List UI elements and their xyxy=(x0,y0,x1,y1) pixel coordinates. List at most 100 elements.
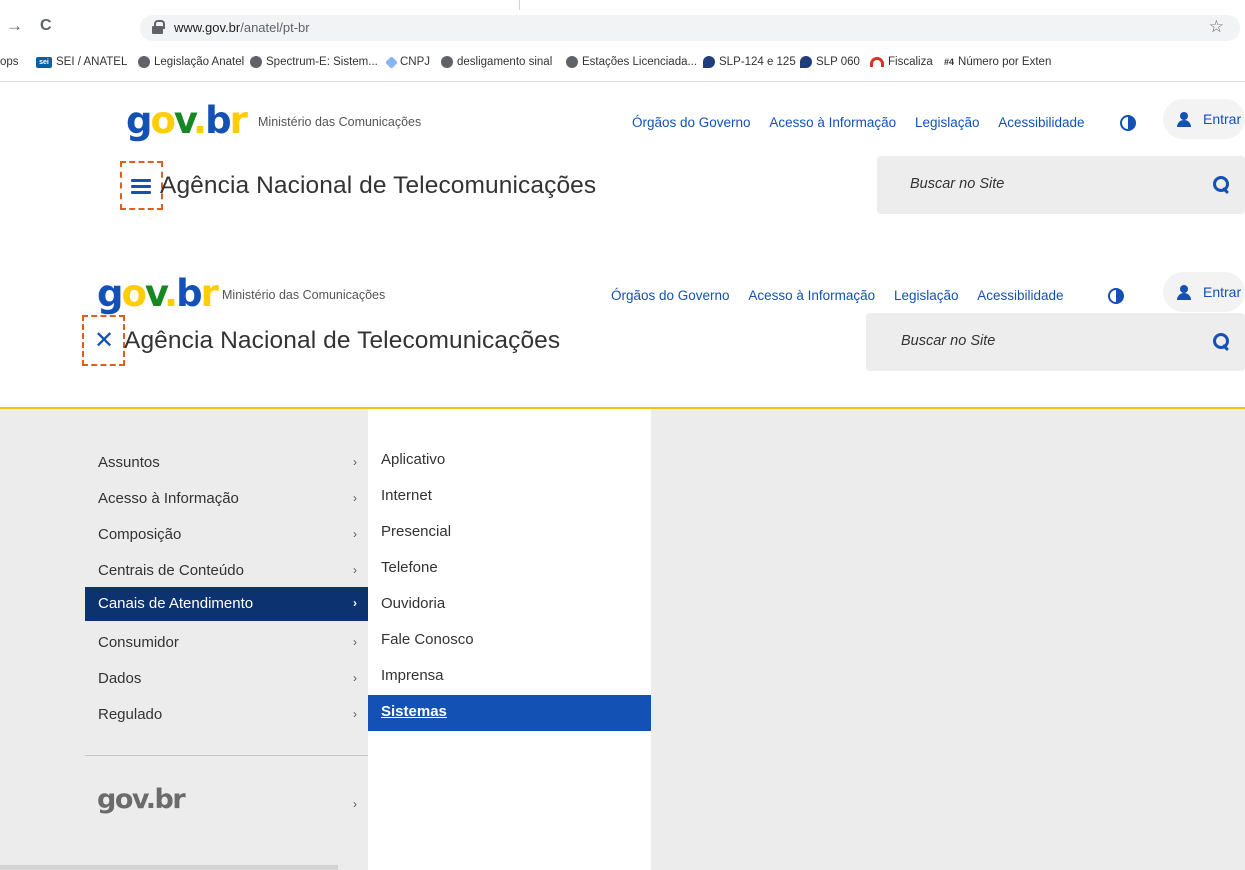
submenu-item-internet[interactable]: Internet xyxy=(368,479,651,515)
bookmark-cnpj[interactable]: CNPJ xyxy=(385,55,431,69)
menu-item-dados[interactable]: Dados › xyxy=(85,663,368,695)
menu-item-regulado[interactable]: Regulado › xyxy=(85,699,368,731)
link-acessibilidade[interactable]: Acessibilidade xyxy=(998,115,1084,130)
chevron-right-icon: › xyxy=(353,491,357,505)
govbr-logo[interactable]: gov.br xyxy=(97,275,219,312)
contrast-icon[interactable] xyxy=(1120,115,1136,131)
bookmark-estacoes-licenciadas[interactable]: Estações Licenciada... xyxy=(566,56,697,68)
menu-item-assuntos[interactable]: Assuntos › xyxy=(85,447,368,479)
contrast-icon[interactable] xyxy=(1108,288,1124,304)
site-title[interactable]: Agência Nacional de Telecomunicações xyxy=(124,327,560,355)
chevron-right-icon: › xyxy=(353,707,357,721)
submenu-item-label: Internet xyxy=(381,487,432,504)
user-icon xyxy=(1177,112,1191,127)
search-icon[interactable] xyxy=(1213,176,1229,192)
bookmark-desligamento-sinal[interactable]: desligamento sinal xyxy=(441,56,552,68)
submenu-item-ouvidoria[interactable]: Ouvidoria xyxy=(368,587,651,623)
menu-item-acesso-a-informacao[interactable]: Acesso à Informação › xyxy=(85,483,368,515)
globe-icon xyxy=(250,56,262,68)
menu-item-label: Assuntos xyxy=(98,454,160,471)
submenu-item-label: Fale Conosco xyxy=(381,631,474,648)
menu-item-label: Centrais de Conteúdo xyxy=(98,562,244,579)
submenu-item-label: Presencial xyxy=(381,523,452,540)
menu-item-consumidor[interactable]: Consumidor › xyxy=(85,627,368,659)
chevron-right-icon: › xyxy=(353,635,357,649)
search-icon[interactable] xyxy=(1213,333,1229,349)
submenu-item-imprensa[interactable]: Imprensa xyxy=(368,659,651,695)
search-placeholder: Buscar no Site xyxy=(901,333,996,349)
submenu-item-presencial[interactable]: Presencial xyxy=(368,515,651,551)
numero-icon: #4 xyxy=(944,57,955,67)
bookmark-label: SLP-124 e 125 xyxy=(719,56,796,68)
bookmark-label: Estações Licenciada... xyxy=(582,56,698,68)
menu-close-button[interactable]: ✕ xyxy=(82,315,125,366)
submenu-item-aplicativo[interactable]: Aplicativo xyxy=(368,443,651,479)
top-links: Órgãos do Governo Acesso à Informação Le… xyxy=(611,288,1064,303)
tab-strip xyxy=(270,0,520,10)
link-orgaos-do-governo[interactable]: Órgãos do Governo xyxy=(611,288,730,303)
bookmark-spectrum-e[interactable]: Spectrum-E: Sistem... xyxy=(250,56,378,68)
login-button[interactable]: Entrar xyxy=(1163,99,1245,139)
login-label: Entrar xyxy=(1203,111,1242,127)
menu-item-centrais-de-conteudo[interactable]: Centrais de Conteúdo › xyxy=(85,555,368,587)
url-path: /anatel/pt-br xyxy=(240,20,310,35)
bookmark-sei-anatel[interactable]: sei SEI / ANATEL xyxy=(36,56,127,68)
bookmark-label: desligamento sinal xyxy=(457,56,553,68)
chevron-right-icon: › xyxy=(353,527,357,541)
bookmark-label: ops xyxy=(0,56,19,68)
horizontal-scrollbar[interactable] xyxy=(0,865,338,870)
menu-toggle-button[interactable] xyxy=(120,161,163,210)
submenu-item-label: Aplicativo xyxy=(381,451,446,468)
globe-icon xyxy=(566,56,578,68)
login-button[interactable]: Entrar xyxy=(1163,272,1245,312)
globe-icon xyxy=(441,56,453,68)
fiscaliza-icon xyxy=(870,57,884,67)
menu-item-label: Canais de Atendimento xyxy=(98,595,254,612)
submenu-item-label: Sistemas xyxy=(381,703,447,720)
slp-icon xyxy=(800,56,812,68)
bookmark-numero-por-extenso[interactable]: #4 Número por Exten xyxy=(944,56,1051,68)
bookmarks-bar: ops sei SEI / ANATEL Legislação Anatel Sp… xyxy=(0,50,1245,76)
bookmark-apps[interactable]: ops xyxy=(0,56,19,68)
govbr-footer-logo[interactable]: gov.br xyxy=(97,784,186,815)
bookmark-label: SLP 060 xyxy=(816,56,860,68)
bookmark-star-icon[interactable]: ☆ xyxy=(1209,17,1224,37)
chevron-right-icon[interactable]: › xyxy=(353,797,357,811)
search-placeholder: Buscar no Site xyxy=(910,176,1005,192)
submenu-item-label: Telefone xyxy=(381,559,438,576)
menu-item-canais-de-atendimento[interactable]: Canais de Atendimento › xyxy=(85,587,368,621)
bookmark-fiscaliza[interactable]: Fiscaliza xyxy=(870,56,933,68)
cnpj-icon xyxy=(385,55,398,69)
globe-icon xyxy=(138,56,150,68)
submenu-item-label: Imprensa xyxy=(381,667,444,684)
submenu-item-telefone[interactable]: Telefone xyxy=(368,551,651,587)
forward-button[interactable]: → xyxy=(6,16,23,36)
address-bar[interactable]: www.gov.br/anatel/pt-br ☆ xyxy=(140,15,1240,41)
bookmark-label: CNPJ xyxy=(400,56,431,68)
close-icon: ✕ xyxy=(94,326,115,354)
top-links: Órgãos do Governo Acesso à Informação Le… xyxy=(632,115,1085,130)
submenu-item-sistemas[interactable]: Sistemas xyxy=(368,695,651,731)
bookmark-slp-060[interactable]: SLP 060 xyxy=(800,56,860,68)
submenu-item-fale-conosco[interactable]: Fale Conosco xyxy=(368,623,651,659)
menu-item-composicao[interactable]: Composição › xyxy=(85,519,368,551)
site-header-open: gov.br Ministério das Comunicações Órgão… xyxy=(0,255,1245,405)
bookmark-legislacao-anatel[interactable]: Legislação Anatel xyxy=(138,56,244,68)
link-acessibilidade[interactable]: Acessibilidade xyxy=(977,288,1063,303)
link-legislacao[interactable]: Legislação xyxy=(894,288,959,303)
bookmark-label: Fiscaliza xyxy=(888,56,933,68)
link-orgaos-do-governo[interactable]: Órgãos do Governo xyxy=(632,115,751,130)
bookmark-slp-124[interactable]: SLP-124 e 125 xyxy=(703,56,796,68)
slp-icon xyxy=(703,56,715,68)
link-acesso-a-informacao[interactable]: Acesso à Informação xyxy=(769,115,896,130)
search-input[interactable]: Buscar no Site xyxy=(877,156,1245,214)
site-title[interactable]: Agência Nacional de Telecomunicações xyxy=(160,172,596,200)
bookmark-label: Legislação Anatel xyxy=(154,56,245,68)
link-acesso-a-informacao[interactable]: Acesso à Informação xyxy=(748,288,875,303)
link-legislacao[interactable]: Legislação xyxy=(915,115,980,130)
browser-chrome: → C www.gov.br/anatel/pt-br ☆ ops sei SEI… xyxy=(0,0,1245,82)
search-input[interactable]: Buscar no Site xyxy=(866,313,1245,371)
reload-button[interactable]: C xyxy=(40,16,52,36)
menu-item-label: Composição xyxy=(98,526,182,543)
govbr-logo[interactable]: gov.br xyxy=(126,102,248,139)
